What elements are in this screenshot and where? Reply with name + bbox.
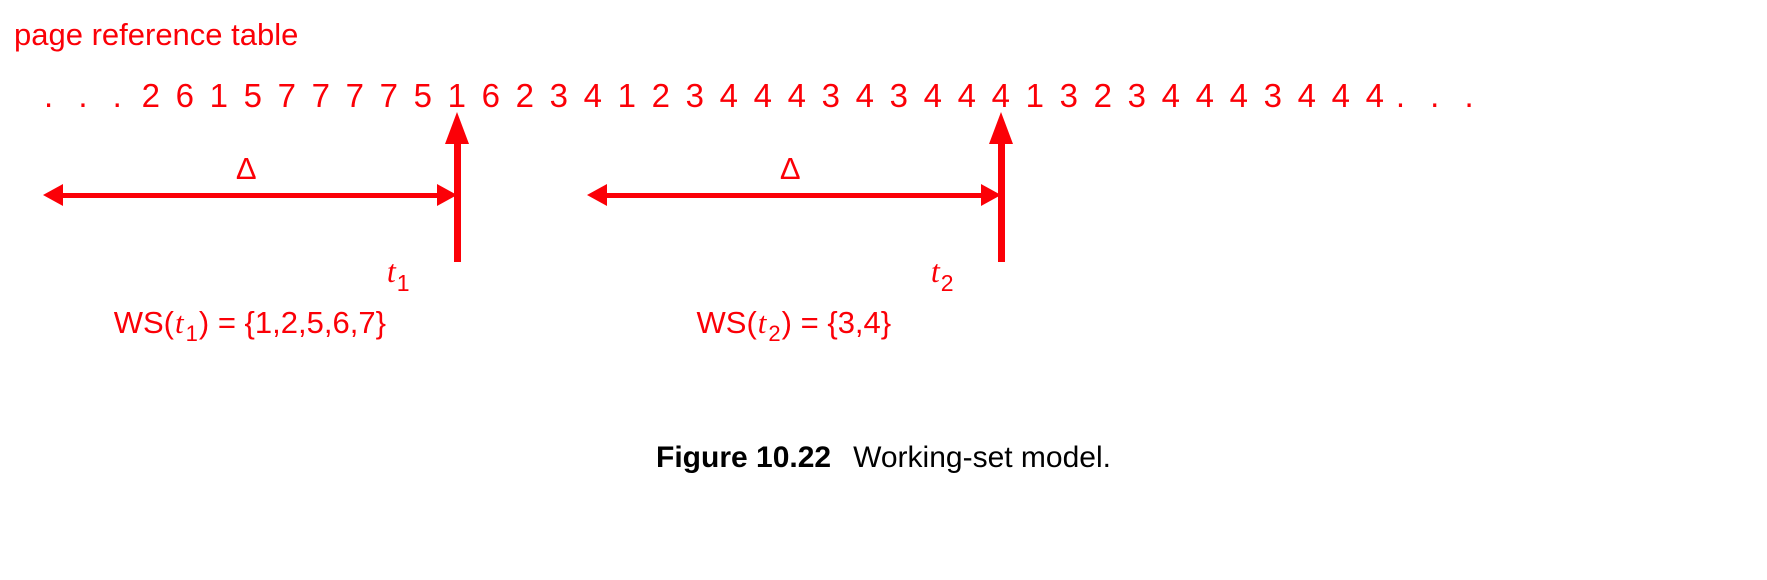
reference-string-value: 3 xyxy=(685,77,705,114)
reference-string-value: 2 xyxy=(651,77,671,114)
reference-string-value: 6 xyxy=(481,77,501,114)
reference-string-value: 7 xyxy=(345,77,365,114)
reference-string-value: 7 xyxy=(277,77,297,114)
arrowhead-right-icon xyxy=(980,184,1001,206)
reference-string-value: 4 xyxy=(991,77,1011,114)
reference-string-value: 4 xyxy=(923,77,943,114)
reference-string-trailing-ellipsis: . . . xyxy=(1395,77,1482,114)
reference-string-value: 4 xyxy=(855,77,875,114)
reference-string-value: 4 xyxy=(957,77,977,114)
time-label-t1: t1 xyxy=(387,255,410,299)
delta-label-t2: Δ xyxy=(779,151,801,186)
time-label-t1-subscript: 1 xyxy=(396,270,410,296)
reference-string-value: 7 xyxy=(379,77,399,114)
reference-string-value: 3 xyxy=(889,77,909,114)
ws-suffix-t1: } xyxy=(375,305,386,340)
ws-suffix-t2: } xyxy=(880,305,892,340)
ws-var-t2: t xyxy=(757,305,767,340)
page-reference-string: . . .26157777516234123444343444132344434… xyxy=(44,76,1482,118)
reference-string-value: 1 xyxy=(209,77,229,114)
ws-middle-t1: ) = { xyxy=(198,305,255,340)
reference-string-value: 4 xyxy=(753,77,773,114)
delta-line xyxy=(54,193,445,198)
delta-span-t1 xyxy=(42,184,457,206)
working-set-equation-t2: WS(t2) = {3,4} xyxy=(697,306,892,351)
reference-string-value: 4 xyxy=(719,77,739,114)
ws-prefix-t1: WS( xyxy=(113,305,175,340)
reference-string-value: 4 xyxy=(583,77,603,114)
reference-string-value: 1 xyxy=(617,77,637,114)
ws-members-t2: 3,4 xyxy=(837,305,881,340)
reference-string-value: 7 xyxy=(311,77,331,114)
reference-string-value: 4 xyxy=(1365,77,1385,114)
reference-string-value: 3 xyxy=(821,77,841,114)
reference-string-value: 2 xyxy=(515,77,535,114)
working-set-equation-t1: WS(t1) = {1,2,5,6,7} xyxy=(114,306,386,351)
reference-string-value: 1 xyxy=(1025,77,1045,114)
reference-string-value: 3 xyxy=(1059,77,1079,114)
time-label-t2-subscript: 2 xyxy=(940,270,954,296)
delta-span-t2 xyxy=(586,184,1001,206)
ws-prefix-t2: WS( xyxy=(696,305,757,340)
reference-string-value: 2 xyxy=(1093,77,1113,114)
ws-middle-t2: ) = { xyxy=(781,305,838,340)
reference-string-value: 4 xyxy=(787,77,807,114)
reference-string-value: 5 xyxy=(413,77,433,114)
reference-string-value: 6 xyxy=(175,77,195,114)
time-label-t2-base: t xyxy=(930,253,940,289)
delta-label-t1: Δ xyxy=(235,151,257,186)
ws-members-t1: 1,2,5,6,7 xyxy=(254,305,376,340)
reference-string-value: 3 xyxy=(1127,77,1147,114)
figure-caption-number: Figure 10.22 xyxy=(656,441,832,474)
reference-string-leading-ellipsis: . . . xyxy=(44,77,130,114)
time-label-t2: t2 xyxy=(931,255,954,299)
ws-var-t1: t xyxy=(175,305,184,340)
working-set-figure: page reference table . . .26157777516234… xyxy=(0,0,1767,580)
ws-subscript-t1: 1 xyxy=(185,321,198,346)
reference-string-value: 4 xyxy=(1195,77,1215,114)
arrowhead-right-icon xyxy=(436,184,457,206)
ws-subscript-t2: 2 xyxy=(768,321,781,346)
figure-caption-title: Working-set model. xyxy=(853,441,1111,474)
reference-string-value: 4 xyxy=(1297,77,1317,114)
reference-string-value: 5 xyxy=(243,77,263,114)
time-label-t1-base: t xyxy=(386,253,396,289)
reference-string-value: 2 xyxy=(141,77,161,114)
reference-string-value: 3 xyxy=(549,77,569,114)
figure-caption: Figure 10.22 Working-set model. xyxy=(0,440,1767,476)
reference-string-value: 4 xyxy=(1161,77,1181,114)
page-reference-table-label: page reference table xyxy=(14,17,299,52)
reference-string-value: 1 xyxy=(447,77,467,114)
delta-line xyxy=(598,193,989,198)
reference-string-value: 3 xyxy=(1263,77,1283,114)
reference-string-value: 4 xyxy=(1331,77,1351,114)
reference-string-value: 4 xyxy=(1229,77,1249,114)
